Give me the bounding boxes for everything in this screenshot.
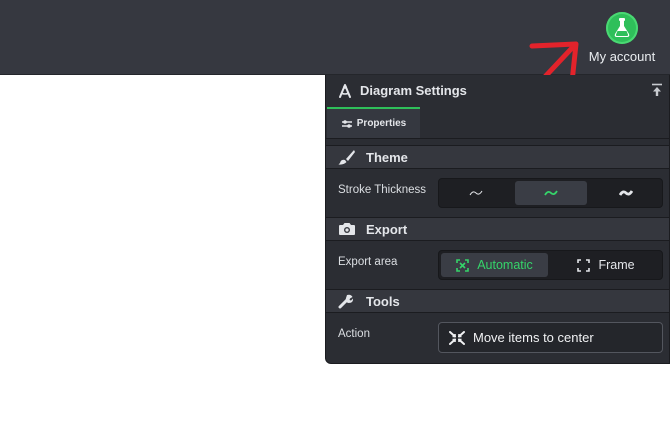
thin-stroke-icon [469, 189, 483, 197]
panel-tabs: Properties [326, 106, 669, 139]
section-tools-header: Tools [326, 289, 669, 313]
move-items-to-center-button[interactable]: Move items to center [438, 322, 663, 353]
compass-icon [338, 83, 352, 98]
panel-header: Diagram Settings [326, 75, 669, 106]
diagram-settings-panel: Diagram Settings Properties Theme Stroke… [325, 75, 670, 364]
medium-stroke-icon [544, 189, 558, 197]
export-area-label: Export area [338, 256, 398, 268]
frame-icon [577, 258, 591, 272]
stroke-thickness-selector [438, 178, 663, 208]
section-theme-title: Theme [366, 149, 408, 165]
thick-stroke-option[interactable] [591, 181, 661, 205]
section-export-title: Export [366, 221, 408, 237]
auto-area-icon [456, 258, 470, 272]
tab-properties-label[interactable]: Properties [357, 118, 406, 129]
top-bar: My account [0, 0, 670, 117]
section-tools-title: Tools [366, 293, 400, 309]
flask-avatar-icon[interactable] [606, 12, 638, 44]
export-area-selector: Automatic Frame [438, 250, 663, 280]
export-automatic-option[interactable]: Automatic [441, 253, 548, 277]
center-arrows-icon [449, 330, 465, 345]
panel-title: Diagram Settings [360, 83, 467, 98]
medium-stroke-option[interactable] [515, 181, 587, 205]
my-account-label[interactable]: My account [589, 49, 655, 64]
brush-icon [338, 149, 358, 165]
section-export-header: Export [326, 217, 669, 241]
camera-icon [338, 222, 358, 236]
wrench-icon [338, 293, 358, 309]
export-frame-label[interactable]: Frame [598, 258, 634, 272]
move-items-to-center-label[interactable]: Move items to center [473, 330, 594, 345]
section-theme-header: Theme [326, 145, 669, 169]
action-label: Action [338, 328, 370, 340]
my-account-button[interactable]: My account [582, 12, 662, 68]
tab-properties[interactable]: Properties [327, 107, 420, 138]
thin-stroke-option[interactable] [441, 181, 511, 205]
stroke-thickness-label: Stroke Thickness [338, 184, 426, 196]
pin-icon[interactable] [651, 83, 663, 102]
export-frame-option[interactable]: Frame [552, 253, 660, 277]
sliders-icon [341, 119, 353, 129]
export-automatic-label[interactable]: Automatic [477, 258, 533, 272]
thick-stroke-icon [619, 189, 633, 197]
